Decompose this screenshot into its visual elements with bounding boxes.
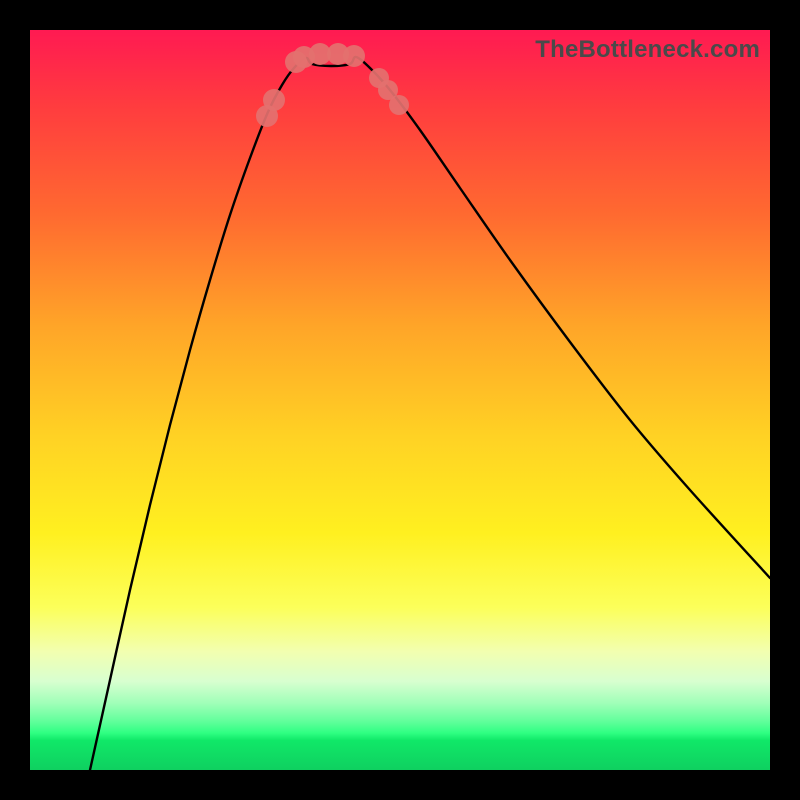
bottleneck-curve [90,57,770,770]
data-marker [343,45,365,67]
marker-group [256,43,409,127]
data-marker [389,95,409,115]
data-marker [263,89,285,111]
curve-group [90,57,770,770]
outer-frame: TheBottleneck.com [0,0,800,800]
plot-area: TheBottleneck.com [30,30,770,770]
chart-svg [30,30,770,770]
watermark-text: TheBottleneck.com [535,36,760,64]
